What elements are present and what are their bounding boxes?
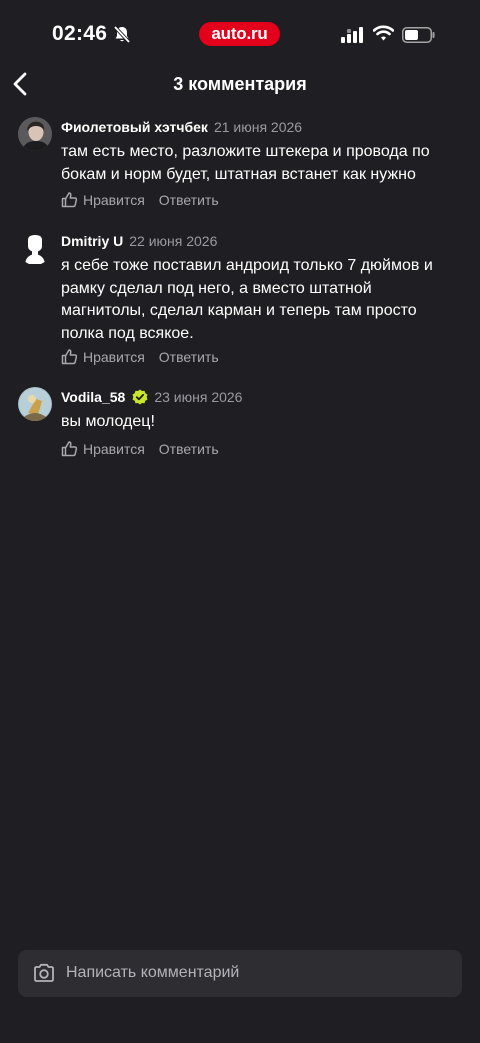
reply-button[interactable]: Ответить <box>159 192 219 208</box>
cellular-signal-icon <box>341 27 365 48</box>
page-title: 3 комментария <box>173 74 307 94</box>
camera-icon[interactable] <box>33 963 55 988</box>
like-button[interactable]: Нравится <box>61 348 145 365</box>
reply-button[interactable]: Ответить <box>159 349 219 365</box>
bell-muted-icon <box>113 25 131 49</box>
avatar[interactable] <box>18 231 52 265</box>
avatar[interactable] <box>18 117 52 151</box>
comment-date: 23 июня 2026 <box>154 389 243 405</box>
like-button[interactable]: Нравится <box>61 440 145 457</box>
comment-input[interactable]: Написать комментарий <box>18 950 462 997</box>
like-button[interactable]: Нравится <box>61 191 145 208</box>
thumbs-up-icon <box>61 192 78 208</box>
avatar[interactable] <box>18 387 52 421</box>
like-label: Нравится <box>83 191 145 208</box>
comment-author[interactable]: Vodila_58 <box>61 389 125 405</box>
comment-input-placeholder: Написать комментарий <box>66 964 240 981</box>
comment-item: Dmitriy U 22 июня 2026 я себе тоже поста… <box>0 231 480 371</box>
status-time: 02:46 <box>52 22 108 45</box>
battery-icon <box>402 27 436 48</box>
comment-text: я себе тоже поставил андроид только 7 дю… <box>61 257 433 342</box>
top-bar: 3 комментария <box>0 70 480 104</box>
comment-author[interactable]: Dmitriy U <box>61 233 123 249</box>
brand-logo: auto.ru <box>199 22 280 46</box>
comment-date: 21 июня 2026 <box>213 119 303 135</box>
comment-date: 22 июня 2026 <box>129 233 218 249</box>
comment-actions: Нравится Ответить <box>61 440 219 457</box>
comment-text: там есть место, разложите штекера и пров… <box>61 143 430 183</box>
status-bar: 02:46 auto.ru <box>0 0 480 70</box>
like-label: Нравится <box>83 440 145 457</box>
thumbs-up-icon <box>61 349 78 365</box>
comment-item: Vodila_58 23 июня 2026 вы молодец! Нрави… <box>0 387 480 467</box>
comment-meta: Dmitriy U 22 июня 2026 <box>61 231 217 251</box>
comment-author[interactable]: Фиолетовый хэтчбек <box>61 119 208 135</box>
comment-actions: Нравится Ответить <box>61 191 219 208</box>
thumbs-up-icon <box>61 441 78 457</box>
reply-button[interactable]: Ответить <box>159 441 219 457</box>
comment-meta: Vodila_58 23 июня 2026 <box>61 387 242 407</box>
verified-badge-icon <box>132 389 148 405</box>
comment-actions: Нравится Ответить <box>61 348 219 365</box>
like-label: Нравится <box>83 348 145 365</box>
comment-meta: Фиолетовый хэтчбек 21 июня 2026 <box>61 117 302 137</box>
comment-item: Фиолетовый хэтчбек 21 июня 2026 там есть… <box>0 117 480 217</box>
wifi-icon <box>372 25 395 46</box>
comment-text: вы молодец! <box>61 413 155 430</box>
